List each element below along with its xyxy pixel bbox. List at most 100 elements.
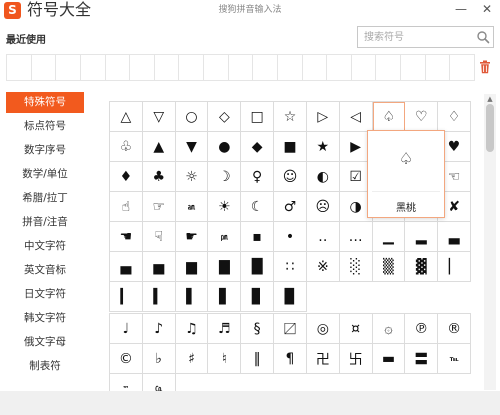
- search-box[interactable]: [357, 26, 494, 48]
- symbol-cell[interactable]: ★: [306, 132, 340, 162]
- symbol-cell[interactable]: ○: [175, 102, 209, 132]
- symbol-cell[interactable]: ▼: [175, 132, 209, 162]
- symbol-cell[interactable]: ▍: [142, 282, 176, 312]
- symbol-cell[interactable]: ◇: [208, 102, 242, 132]
- symbol-cell[interactable]: ☀: [208, 192, 242, 222]
- symbol-cell[interactable]: ▆: [175, 252, 209, 282]
- symbol-cell[interactable]: ●: [208, 132, 242, 162]
- symbol-cell[interactable]: ℡: [438, 344, 471, 374]
- scrollbar-thumb[interactable]: [486, 104, 494, 152]
- sidebar-item[interactable]: 数字序号: [6, 140, 84, 161]
- sidebar-item[interactable]: 俄文字母: [6, 332, 84, 353]
- symbol-cell[interactable]: ☞: [142, 192, 176, 222]
- recent-symbol-slot[interactable]: [352, 55, 377, 80]
- symbol-cell[interactable]: █: [241, 252, 275, 282]
- symbol-cell[interactable]: ▂: [405, 222, 439, 252]
- symbol-cell[interactable]: ☟: [142, 222, 176, 252]
- symbol-cell[interactable]: ®: [438, 314, 471, 344]
- symbol-cell[interactable]: ♬: [208, 314, 242, 344]
- symbol-cell[interactable]: ▋: [208, 282, 242, 312]
- recent-symbol-slot[interactable]: [106, 55, 131, 80]
- recent-symbol-slot[interactable]: [303, 55, 328, 80]
- sidebar-item[interactable]: 希腊/拉丁: [6, 188, 84, 209]
- symbol-cell[interactable]: ㏂: [175, 192, 209, 222]
- sidebar-item[interactable]: 韩文字符: [6, 308, 84, 329]
- symbol-cell[interactable]: ※: [306, 252, 340, 282]
- symbol-cell[interactable]: ♮: [208, 344, 242, 374]
- recent-symbol-slot[interactable]: [278, 55, 303, 80]
- symbol-cell[interactable]: ▓: [405, 252, 439, 282]
- symbol-cell[interactable]: ∷: [274, 252, 307, 282]
- symbol-cell[interactable]: ☹: [306, 192, 340, 222]
- scrollbar[interactable]: ▲: [484, 94, 496, 390]
- symbol-cell[interactable]: ☛: [175, 222, 209, 252]
- symbol-cell[interactable]: ▬: [372, 344, 406, 374]
- symbol-cell[interactable]: 〓: [405, 344, 439, 374]
- symbol-cell[interactable]: ㏘: [208, 222, 242, 252]
- symbol-cell[interactable]: ☼: [175, 162, 209, 192]
- symbol-cell[interactable]: ▽: [142, 102, 176, 132]
- symbol-cell[interactable]: ▉: [274, 282, 307, 312]
- symbol-cell[interactable]: ☺: [274, 162, 307, 192]
- symbol-cell[interactable]: 卍: [306, 344, 340, 374]
- symbol-cell[interactable]: ▷: [306, 102, 340, 132]
- symbol-cell[interactable]: ▅: [142, 252, 176, 282]
- recent-symbol-slot[interactable]: [426, 55, 451, 80]
- symbol-cell[interactable]: 〼: [274, 314, 307, 344]
- symbol-cell[interactable]: ▁: [372, 222, 406, 252]
- search-icon[interactable]: [476, 30, 490, 44]
- recent-symbol-slot[interactable]: [204, 55, 229, 80]
- symbol-cell[interactable]: ♀: [241, 162, 275, 192]
- symbol-cell[interactable]: ♂: [274, 192, 307, 222]
- symbol-cell[interactable]: ‖: [241, 344, 275, 374]
- symbol-cell[interactable]: ◎: [306, 314, 340, 344]
- symbol-cell[interactable]: ♢: [438, 102, 471, 132]
- symbol-cell[interactable]: …: [339, 222, 373, 252]
- symbol-cell[interactable]: ☆: [274, 102, 307, 132]
- symbol-cell[interactable]: ♭: [142, 344, 176, 374]
- symbol-cell[interactable]: ▇: [208, 252, 242, 282]
- symbol-cell[interactable]: ▃: [438, 222, 471, 252]
- sidebar-item[interactable]: 制表符: [6, 356, 84, 377]
- symbol-cell[interactable]: ♣: [142, 162, 176, 192]
- symbol-cell[interactable]: ☝: [110, 192, 143, 222]
- symbol-cell[interactable]: ░: [339, 252, 373, 282]
- scroll-up-icon[interactable]: ▲: [484, 94, 496, 104]
- sidebar-item[interactable]: 英文音标: [6, 260, 84, 281]
- symbol-cell[interactable]: ☚: [110, 222, 143, 252]
- recent-symbol-slot[interactable]: [7, 55, 32, 80]
- symbol-cell[interactable]: ♡: [405, 102, 439, 132]
- recent-symbol-slot[interactable]: [81, 55, 106, 80]
- symbol-cell[interactable]: ▒: [372, 252, 406, 282]
- recent-symbol-slot[interactable]: [179, 55, 204, 80]
- symbol-cell[interactable]: ♫: [175, 314, 209, 344]
- symbol-cell[interactable]: 卐: [339, 344, 373, 374]
- symbol-cell[interactable]: ▏: [438, 252, 471, 282]
- symbol-cell[interactable]: •: [274, 222, 307, 252]
- recent-symbol-slot[interactable]: [253, 55, 278, 80]
- symbol-cell[interactable]: ◐: [306, 162, 340, 192]
- symbol-cell[interactable]: ▊: [241, 282, 275, 312]
- symbol-cell[interactable]: ▪: [241, 222, 275, 252]
- symbol-cell[interactable]: ♩: [110, 314, 143, 344]
- symbol-cell[interactable]: ♪: [142, 314, 176, 344]
- symbol-cell[interactable]: ▲: [142, 132, 176, 162]
- symbol-cell[interactable]: ♤: [372, 102, 406, 132]
- recent-symbol-slot[interactable]: [56, 55, 81, 80]
- symbol-cell[interactable]: ‥: [306, 222, 340, 252]
- symbol-cell[interactable]: ▌: [175, 282, 209, 312]
- sidebar-item[interactable]: 标点符号: [6, 116, 84, 137]
- close-button[interactable]: ✕: [480, 2, 494, 16]
- symbol-cell[interactable]: □: [241, 102, 275, 132]
- symbol-cell[interactable]: ▄: [110, 252, 143, 282]
- symbol-cell[interactable]: ■: [274, 132, 307, 162]
- symbol-cell[interactable]: ℗: [405, 314, 439, 344]
- recent-symbol-slot[interactable]: [229, 55, 254, 80]
- search-input[interactable]: [358, 27, 474, 47]
- symbol-cell[interactable]: ▎: [110, 282, 143, 312]
- sidebar-item[interactable]: 日文字符: [6, 284, 84, 305]
- minimize-button[interactable]: —: [454, 2, 468, 16]
- symbol-cell[interactable]: ¶: [274, 344, 307, 374]
- sidebar-item[interactable]: 中文字符: [6, 236, 84, 257]
- sidebar-item[interactable]: 数学/单位: [6, 164, 84, 185]
